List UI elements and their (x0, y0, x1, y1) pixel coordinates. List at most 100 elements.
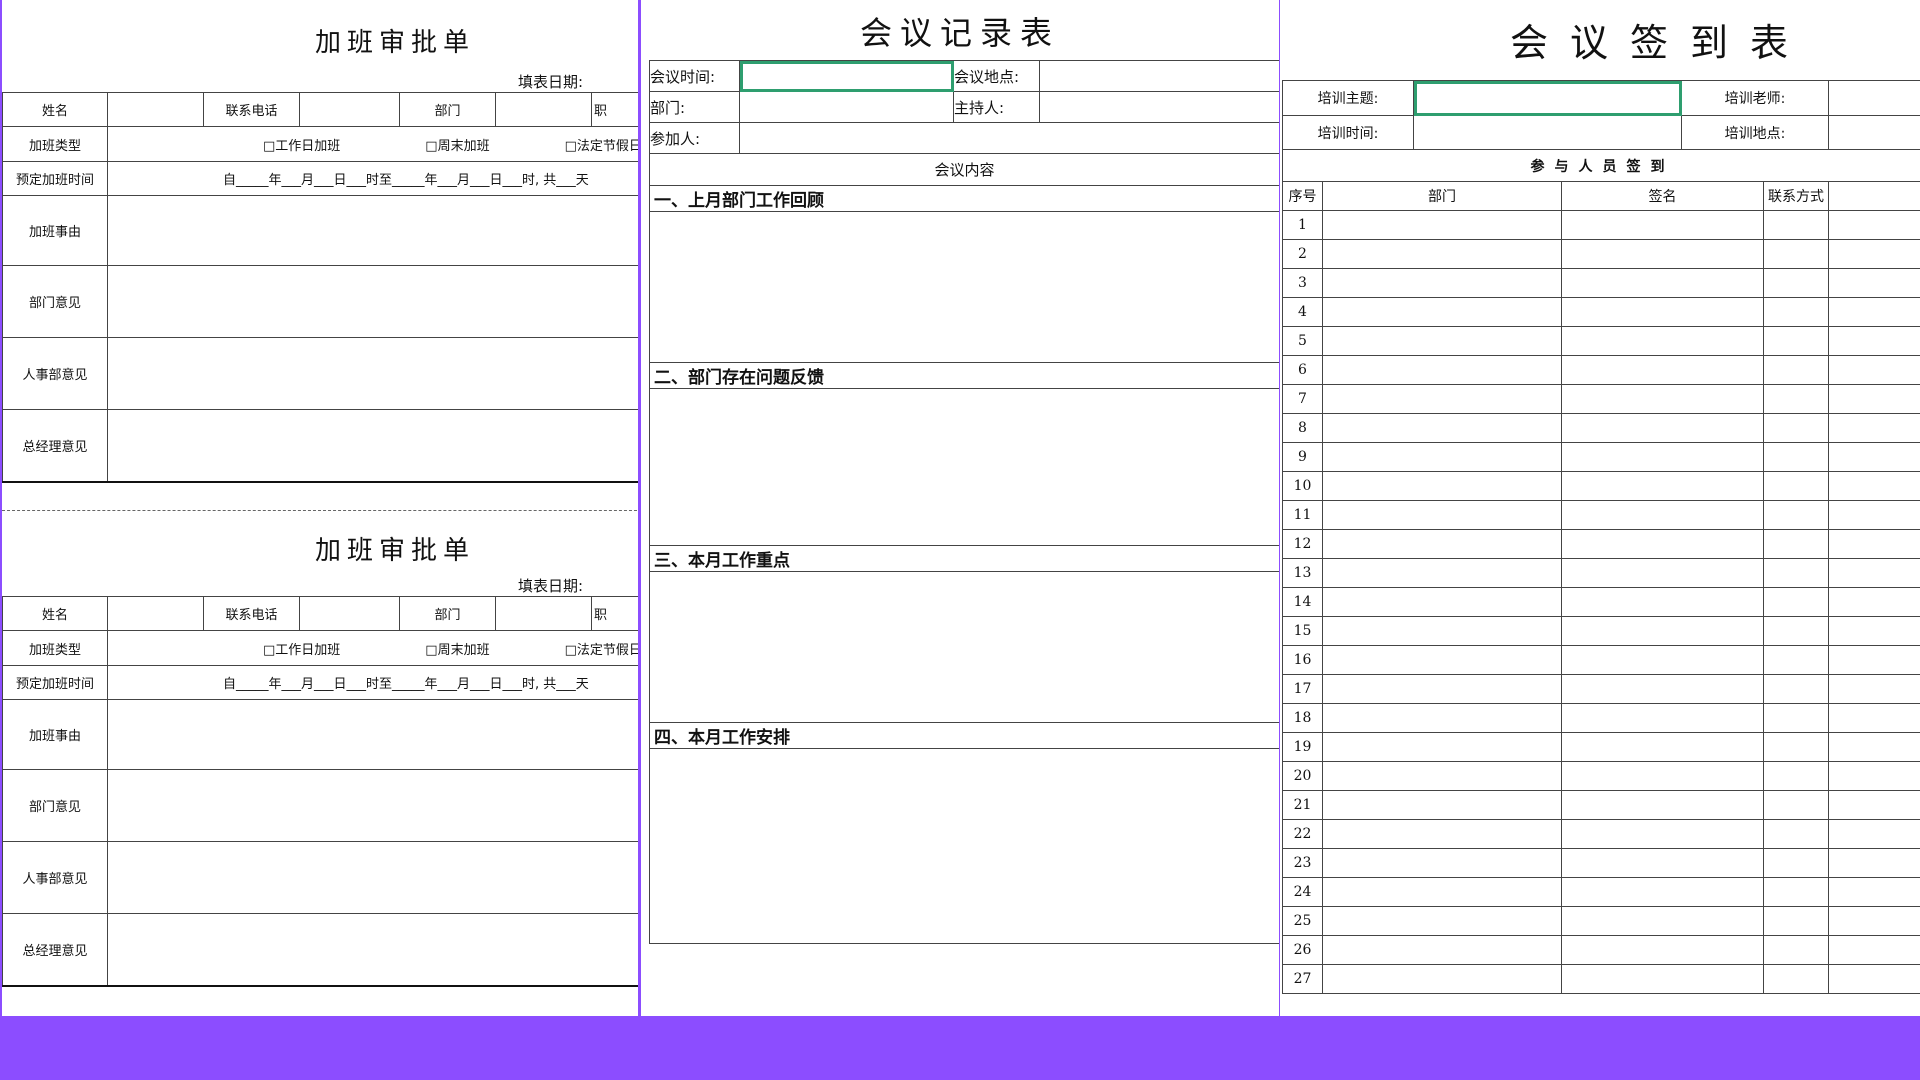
contact-cell[interactable] (1763, 384, 1829, 414)
meeting-time-cell[interactable] (739, 60, 954, 92)
dept-cell[interactable] (1322, 616, 1562, 646)
dept-cell[interactable] (1322, 674, 1562, 704)
contact-cell[interactable] (1763, 732, 1829, 762)
extra-cell[interactable] (1828, 210, 1920, 240)
meeting-dept-cell[interactable] (739, 91, 954, 123)
train-place-cell[interactable] (1828, 115, 1920, 150)
time-text[interactable]: 自_____年___月___日___时至_____年___月___日___时, … (107, 161, 638, 196)
extra-cell[interactable] (1828, 471, 1920, 501)
dept-cell[interactable] (1322, 732, 1562, 762)
dept-cell[interactable] (495, 596, 592, 631)
sign-cell[interactable] (1561, 355, 1764, 385)
hr-opinion-cell[interactable] (107, 841, 638, 914)
topic-cell[interactable] (1413, 80, 1682, 116)
section-month-plan-body[interactable] (649, 748, 1279, 944)
contact-cell[interactable] (1763, 964, 1829, 994)
contact-cell[interactable] (1763, 877, 1829, 907)
dept-cell[interactable] (1322, 210, 1562, 240)
sign-cell[interactable] (1561, 906, 1764, 936)
meeting-host-cell[interactable] (1039, 91, 1279, 123)
dept-cell[interactable] (1322, 355, 1562, 385)
dept-cell[interactable] (1322, 297, 1562, 327)
opt-weekend[interactable]: □周末加班 (425, 643, 489, 658)
sign-cell[interactable] (1561, 790, 1764, 820)
dept-cell[interactable] (1322, 529, 1562, 559)
dept-cell[interactable] (1322, 500, 1562, 530)
contact-cell[interactable] (1763, 906, 1829, 936)
contact-cell[interactable] (1763, 848, 1829, 878)
dept-cell[interactable] (1322, 587, 1562, 617)
extra-cell[interactable] (1828, 964, 1920, 994)
contact-cell[interactable] (1763, 413, 1829, 443)
contact-cell[interactable] (1763, 616, 1829, 646)
dept-cell[interactable] (1322, 558, 1562, 588)
meeting-place-cell[interactable] (1039, 60, 1279, 92)
reason-cell[interactable] (107, 699, 638, 770)
sign-cell[interactable] (1561, 210, 1764, 240)
dept-cell[interactable] (495, 92, 592, 127)
sign-cell[interactable] (1561, 732, 1764, 762)
extra-cell[interactable] (1828, 616, 1920, 646)
dept-cell[interactable] (1322, 790, 1562, 820)
sign-cell[interactable] (1561, 703, 1764, 733)
extra-cell[interactable] (1828, 529, 1920, 559)
sign-cell[interactable] (1561, 268, 1764, 298)
contact-cell[interactable] (1763, 587, 1829, 617)
dept-cell[interactable] (1322, 384, 1562, 414)
extra-cell[interactable] (1828, 877, 1920, 907)
extra-cell[interactable] (1828, 500, 1920, 530)
dept-cell[interactable] (1322, 819, 1562, 849)
time-text[interactable]: 自_____年___月___日___时至_____年___月___日___时, … (107, 665, 638, 700)
contact-cell[interactable] (1763, 761, 1829, 791)
dept-cell[interactable] (1322, 848, 1562, 878)
extra-cell[interactable] (1828, 906, 1920, 936)
contact-cell[interactable] (1763, 355, 1829, 385)
dept-cell[interactable] (1322, 964, 1562, 994)
extra-cell[interactable] (1828, 558, 1920, 588)
sign-cell[interactable] (1561, 674, 1764, 704)
sign-cell[interactable] (1561, 442, 1764, 472)
sign-cell[interactable] (1561, 964, 1764, 994)
extra-cell[interactable] (1828, 326, 1920, 356)
extra-cell[interactable] (1828, 297, 1920, 327)
contact-cell[interactable] (1763, 558, 1829, 588)
sign-cell[interactable] (1561, 587, 1764, 617)
name-cell[interactable] (107, 92, 204, 127)
section-month-focus-body[interactable] (649, 571, 1279, 723)
sign-cell[interactable] (1561, 645, 1764, 675)
opt-holiday[interactable]: □法定节假日 (565, 139, 638, 154)
train-time-cell[interactable] (1413, 115, 1682, 150)
opt-weekend[interactable]: □周末加班 (425, 139, 489, 154)
contact-cell[interactable] (1763, 326, 1829, 356)
dept-cell[interactable] (1322, 471, 1562, 501)
dept-opinion-cell[interactable] (107, 265, 638, 338)
dept-cell[interactable] (1322, 703, 1562, 733)
contact-cell[interactable] (1763, 819, 1829, 849)
phone-cell[interactable] (299, 596, 400, 631)
dept-cell[interactable] (1322, 239, 1562, 269)
sign-cell[interactable] (1561, 616, 1764, 646)
contact-cell[interactable] (1763, 703, 1829, 733)
extra-cell[interactable] (1828, 935, 1920, 965)
sign-cell[interactable] (1561, 413, 1764, 443)
reason-cell[interactable] (107, 195, 638, 266)
contact-cell[interactable] (1763, 529, 1829, 559)
extra-cell[interactable] (1828, 790, 1920, 820)
extra-cell[interactable] (1828, 732, 1920, 762)
extra-cell[interactable] (1828, 384, 1920, 414)
dept-cell[interactable] (1322, 645, 1562, 675)
dept-cell[interactable] (1322, 935, 1562, 965)
sign-cell[interactable] (1561, 848, 1764, 878)
extra-cell[interactable] (1828, 268, 1920, 298)
sign-cell[interactable] (1561, 935, 1764, 965)
contact-cell[interactable] (1763, 935, 1829, 965)
extra-cell[interactable] (1828, 355, 1920, 385)
dept-cell[interactable] (1322, 877, 1562, 907)
section-issue-feedback-body[interactable] (649, 388, 1279, 546)
sign-cell[interactable] (1561, 819, 1764, 849)
meeting-attendees-cell[interactable] (739, 122, 1279, 154)
extra-cell[interactable] (1828, 674, 1920, 704)
contact-cell[interactable] (1763, 210, 1829, 240)
extra-cell[interactable] (1828, 587, 1920, 617)
gm-opinion-cell[interactable] (107, 409, 638, 483)
